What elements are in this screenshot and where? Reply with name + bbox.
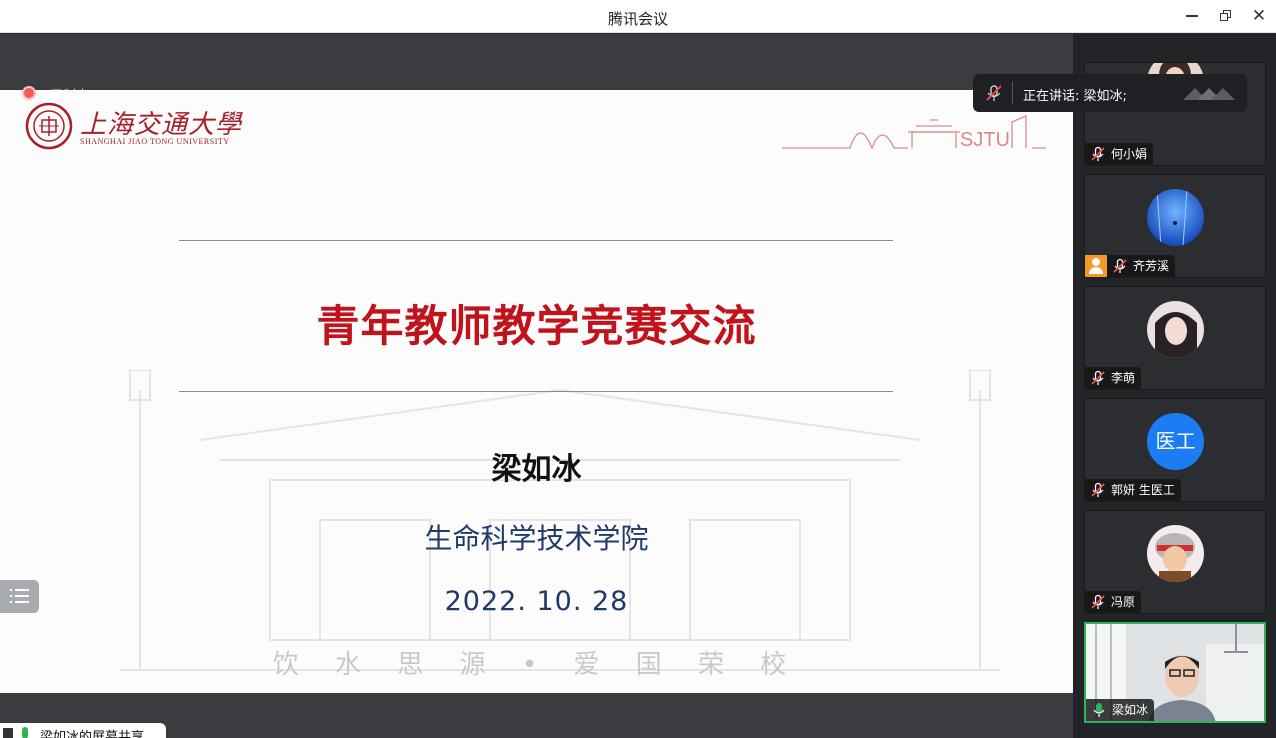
participant-tile[interactable]: 齐芳溪 — [1084, 174, 1266, 278]
screen-share-label: 梁如冰的屏幕共享 — [40, 730, 145, 738]
title-bottom-rule — [179, 391, 893, 392]
window-titlebar: 腾讯会议 ✕ — [0, 0, 1276, 33]
recording-dot-icon — [22, 86, 36, 100]
sjtu-decoration: SJTU — [782, 115, 1046, 151]
participant-namebar: 郭妍 生医工 — [1085, 479, 1181, 501]
mic-muted-icon — [986, 85, 1002, 101]
person-icon — [1085, 255, 1107, 277]
participant-namebar: 齐芳溪 — [1107, 255, 1176, 277]
mic-muted-icon — [1113, 258, 1127, 273]
university-name-cn: 上海交通大學 — [80, 110, 243, 140]
participant-namebar: 李萌 — [1085, 367, 1142, 389]
participant-avatar — [1147, 189, 1204, 246]
close-icon: ✕ — [1251, 6, 1267, 26]
screen-share-chip[interactable]: 梁如冰的屏幕共享 — [0, 723, 166, 738]
slide-title: 青年教师教学竞赛交流 — [316, 302, 757, 352]
mic-active-icon — [22, 727, 28, 738]
shared-screen-area: 上海交通大學 SHANGHAI JIAO TONG UNIVERSITY SJT… — [0, 34, 1073, 738]
participant-name: 郭妍 生医工 — [1111, 483, 1175, 497]
participant-name: 冯原 — [1111, 595, 1136, 609]
title-top-rule — [179, 240, 893, 241]
participant-name: 李萌 — [1111, 371, 1136, 385]
participant-avatar — [1147, 525, 1204, 582]
share-icon — [3, 728, 13, 738]
participant-avatar: 医工 — [1147, 413, 1204, 470]
university-name-en: SHANGHAI JIAO TONG UNIVERSITY — [80, 137, 230, 146]
mic-muted-icon — [1091, 594, 1105, 609]
participant-namebar: 何小娟 — [1085, 143, 1154, 165]
participant-name: 何小娟 — [1111, 147, 1148, 161]
minimize-button[interactable] — [1180, 4, 1204, 28]
close-button[interactable]: ✕ — [1247, 4, 1271, 28]
university-motto: 饮 水 思 源 • 爱 国 荣 校 — [272, 650, 801, 680]
sjtu-deco-text: SJTU — [960, 129, 1010, 151]
mic-muted-icon — [1091, 146, 1105, 161]
participant-name: 梁如冰 — [1112, 703, 1149, 717]
university-seal-icon — [25, 102, 73, 150]
restore-button[interactable] — [1214, 4, 1238, 28]
tencent-meeting-logo — [1183, 88, 1235, 100]
speaking-text: 正在讲话: 梁如冰; — [1023, 89, 1127, 104]
participant-name: 齐芳溪 — [1133, 259, 1170, 273]
speaking-banner: 正在讲话: 梁如冰; — [973, 74, 1247, 112]
participant-avatar — [1147, 301, 1204, 358]
window-title: 腾讯会议 — [607, 10, 668, 28]
list-toggle-button[interactable] — [0, 580, 39, 613]
participant-tile[interactable]: 冯原 — [1084, 510, 1266, 614]
participant-tile[interactable]: 李萌 — [1084, 286, 1266, 390]
restore-icon — [1220, 10, 1231, 21]
recording-label: 录制中 — [50, 89, 90, 104]
participant-tile-active[interactable]: 梁如冰 — [1084, 622, 1266, 723]
presentation-date: 2022. 10. 28 — [444, 586, 629, 617]
mic-muted-icon — [1091, 370, 1105, 385]
mic-muted-icon — [1091, 482, 1105, 497]
minimize-icon — [1186, 15, 1198, 17]
participant-tile[interactable]: 医工 郭妍 生医工 — [1084, 398, 1266, 502]
participant-namebar: 冯原 — [1085, 591, 1142, 613]
mic-active-icon — [1093, 703, 1105, 717]
presentation-slide: 上海交通大學 SHANGHAI JIAO TONG UNIVERSITY SJT… — [0, 90, 1073, 693]
participant-namebar: 梁如冰 — [1086, 699, 1155, 721]
school-name: 生命科学技术学院 — [424, 522, 649, 555]
presenter-name: 梁如冰 — [491, 452, 582, 487]
